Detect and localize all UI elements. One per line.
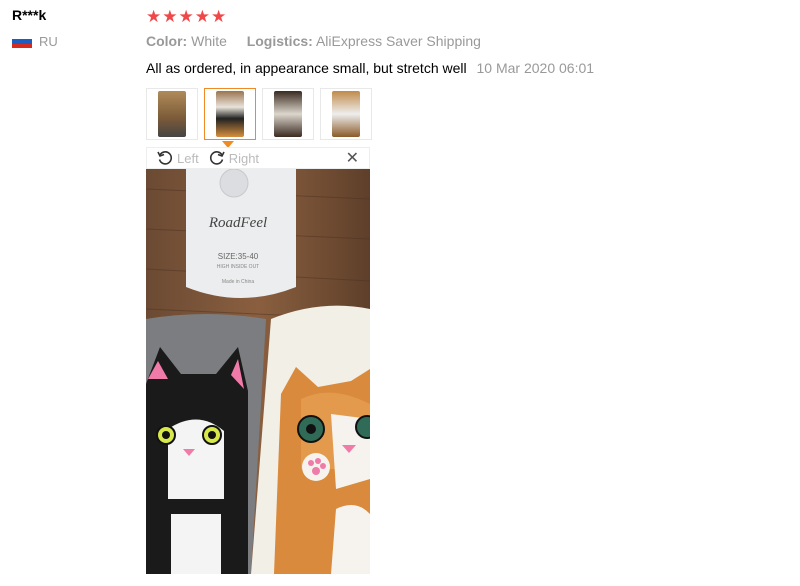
logistics-label: Logistics: — [246, 33, 313, 49]
close-icon[interactable]: ✕ — [346, 148, 359, 168]
review-photo: RoadFeel SIZE:35-40 HIGH INSIDE OUT Made… — [146, 169, 370, 574]
photo-thumbnails — [146, 88, 372, 140]
rotate-right-button[interactable]: Right — [209, 150, 259, 166]
rotate-left-icon — [157, 151, 173, 165]
rotate-left-button[interactable]: Left — [157, 150, 199, 166]
country-code: RU — [39, 34, 58, 49]
star-icon: ★ — [211, 7, 227, 26]
rotate-left-label: Left — [177, 150, 199, 166]
tag-line: HIGH INSIDE OUT — [217, 264, 260, 270]
review-body: All as ordered, in appearance small, but… — [146, 60, 594, 76]
star-icon: ★ — [178, 7, 194, 26]
review-date: 10 Mar 2020 06:01 — [476, 60, 595, 76]
tag-size: SIZE:35-40 — [218, 252, 259, 261]
review-photo-image: RoadFeel SIZE:35-40 HIGH INSIDE OUT Made… — [146, 169, 370, 574]
photo-thumbnail-3[interactable] — [262, 88, 314, 140]
star-icon: ★ — [194, 7, 210, 26]
russia-flag-icon — [12, 35, 32, 48]
photo-thumbnail-1[interactable] — [146, 88, 198, 140]
rotate-right-label: Right — [228, 150, 260, 166]
rotate-right-icon — [209, 151, 225, 165]
order-attributes: Color: White Logistics: AliExpress Saver… — [146, 33, 481, 49]
tag-brand: RoadFeel — [208, 215, 267, 231]
star-rating: ★ ★ ★ ★ ★ — [146, 8, 226, 26]
reviewer-country: RU — [12, 34, 58, 49]
review-text: All as ordered, in appearance small, but… — [146, 60, 467, 76]
photo-thumbnail-2[interactable] — [204, 88, 256, 140]
photo-thumbnail-4[interactable] — [320, 88, 372, 140]
reviewer-name: R***k — [12, 7, 47, 23]
color-label: Color: — [146, 33, 188, 49]
logistics-value: AliExpress Saver Shipping — [315, 33, 481, 49]
photo-viewer-toolbar: Left Right ✕ — [146, 147, 370, 169]
color-value: White — [191, 33, 227, 49]
tag-made: Made in China — [222, 279, 254, 285]
star-icon: ★ — [146, 7, 162, 26]
star-icon: ★ — [162, 7, 178, 26]
